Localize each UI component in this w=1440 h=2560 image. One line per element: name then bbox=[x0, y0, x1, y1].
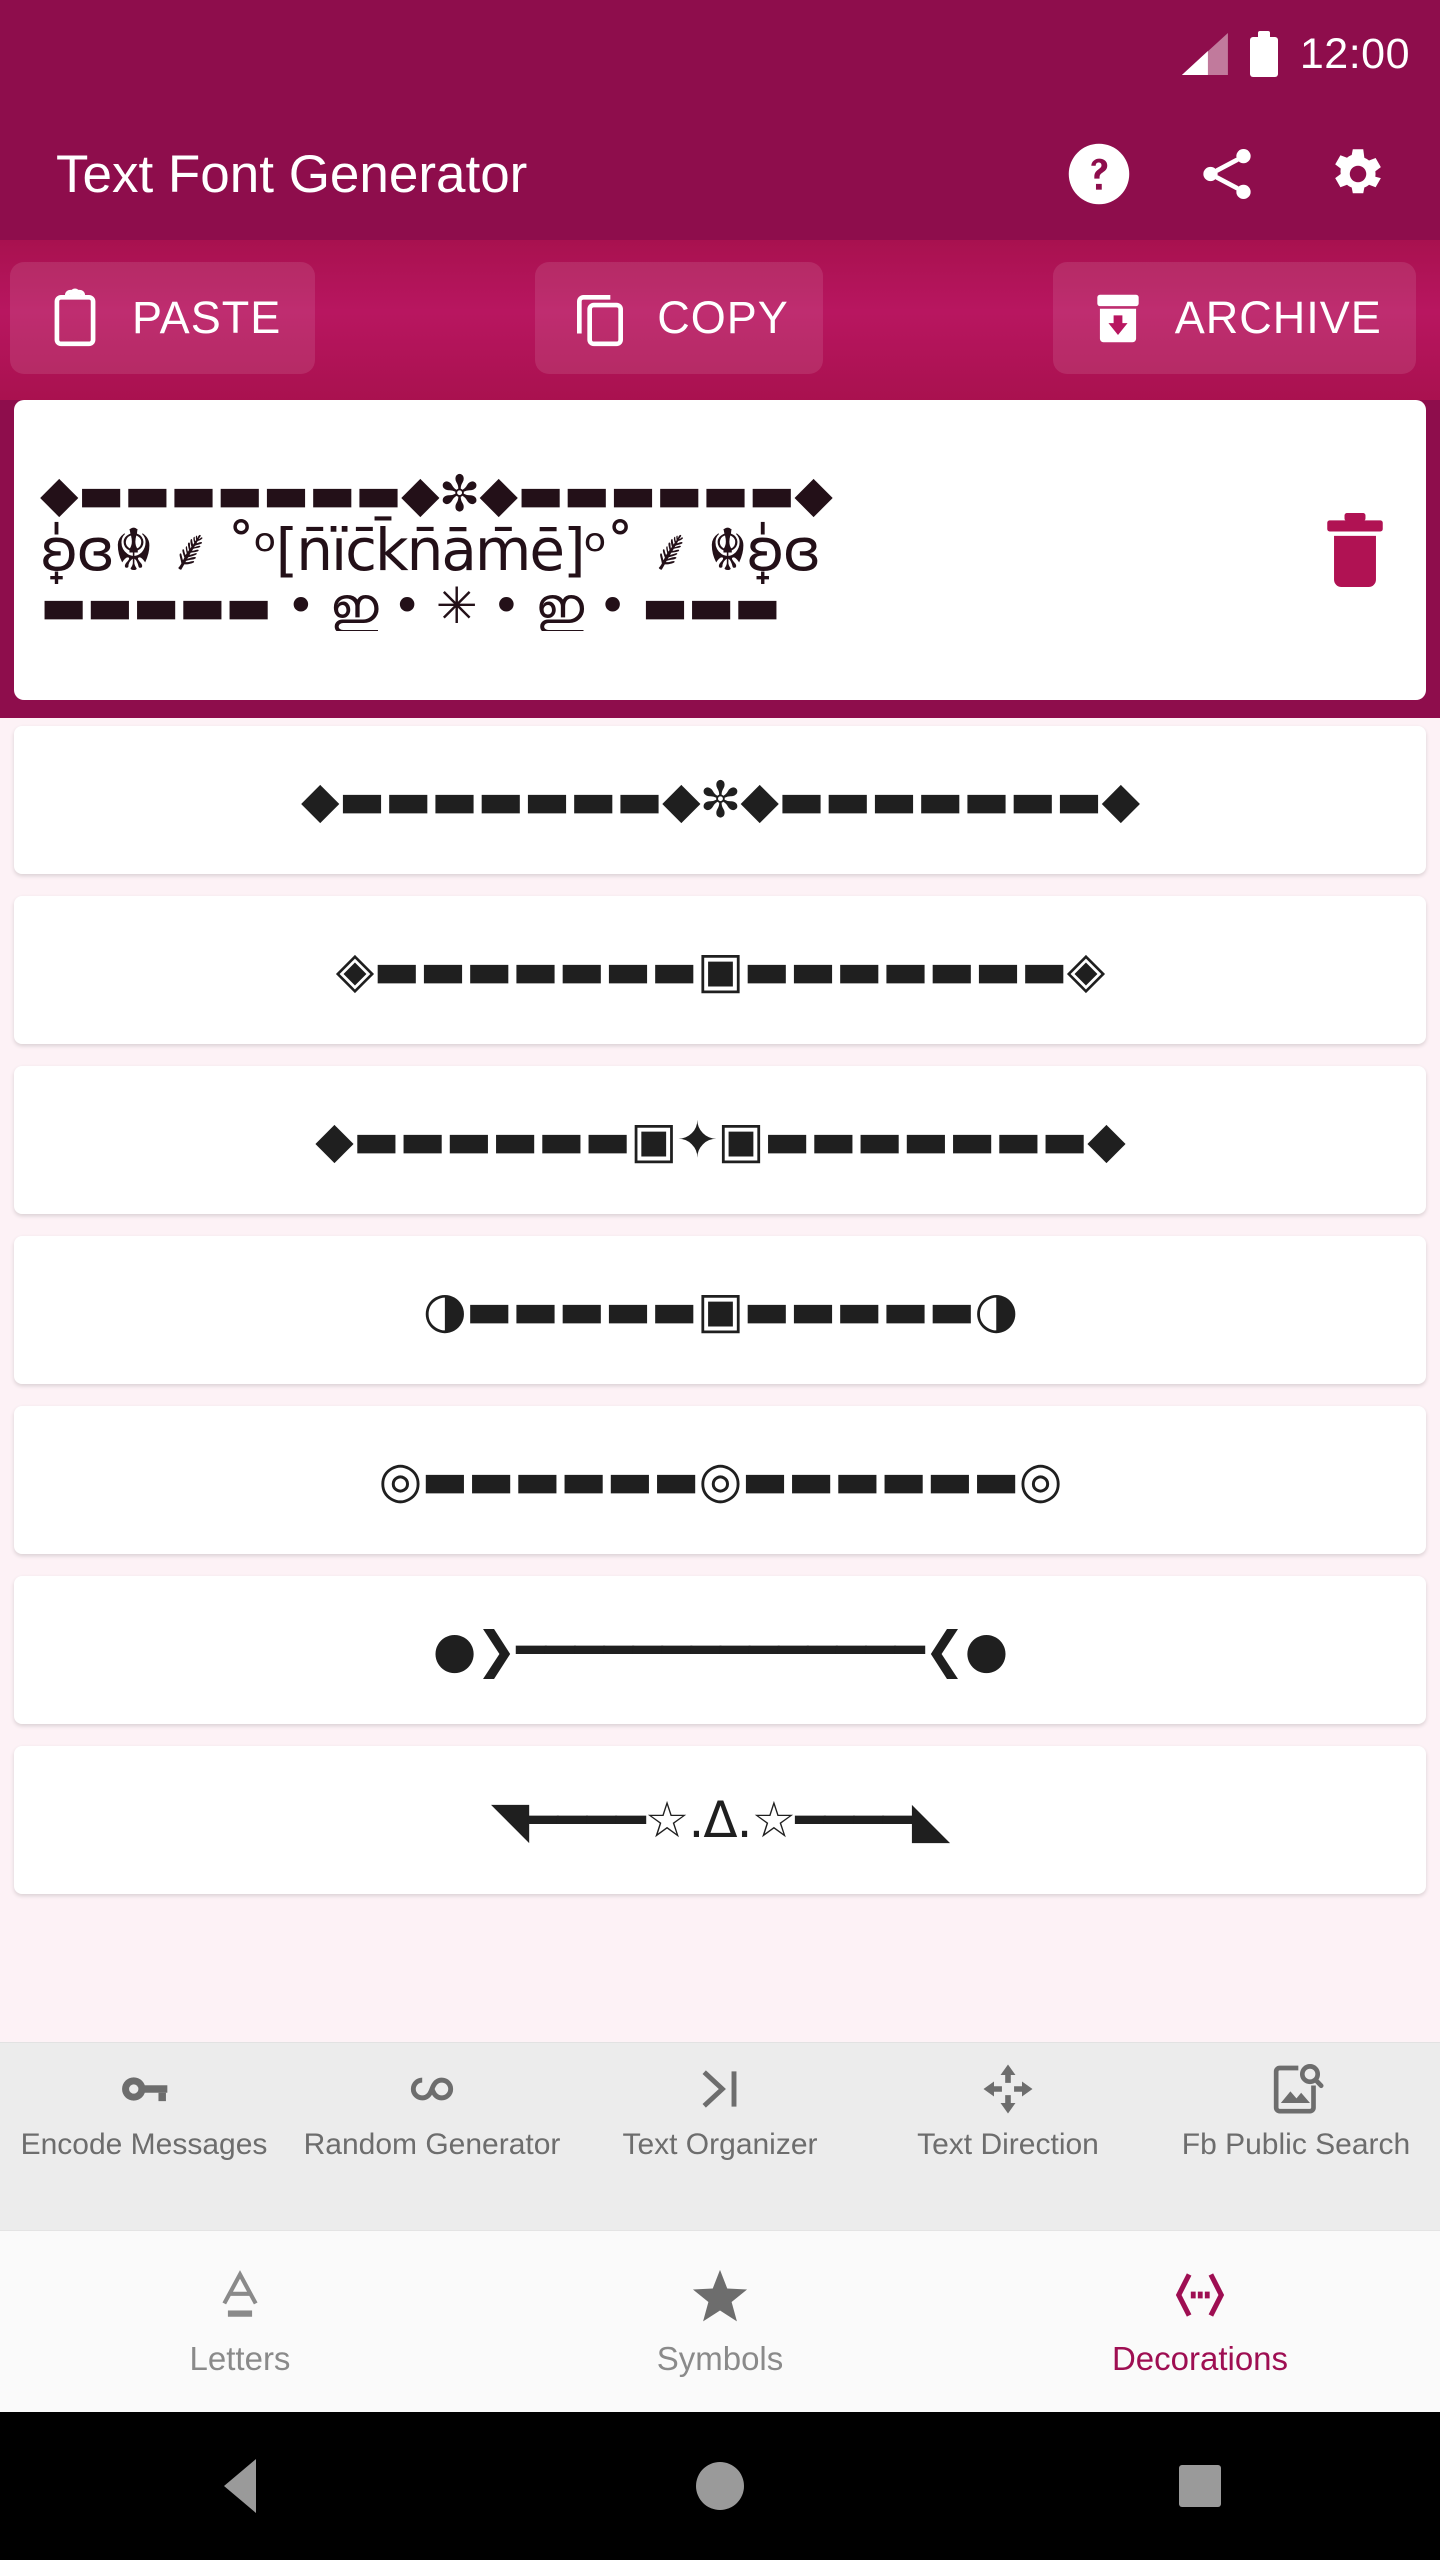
tab-label: Letters bbox=[189, 2339, 291, 2377]
home-circle-icon bbox=[696, 2462, 744, 2510]
decorations-icon bbox=[1171, 2266, 1229, 2324]
recents-square-icon bbox=[1179, 2465, 1221, 2507]
text-input-card[interactable]: ◆▬▬▬▬▬▬▬◆✼◆▬▬▬▬▬▬◆ ʚ̟̍ɞ☬ ⸙ ˚ᵒ[n̄ïc̄k̄n̄ā… bbox=[14, 400, 1426, 700]
app-bar-actions bbox=[1066, 141, 1410, 207]
copy-label: COPY bbox=[657, 292, 789, 343]
tab-decorations[interactable]: Decorations bbox=[960, 2266, 1440, 2378]
tool-text-organizer[interactable]: Text Organizer bbox=[576, 2043, 864, 2230]
trash-icon[interactable] bbox=[1318, 508, 1392, 592]
list-item[interactable]: ◑▬▬▬▬▬▣▬▬▬▬▬◑ bbox=[14, 1236, 1426, 1384]
status-bar: 12:00 bbox=[0, 0, 1440, 108]
share-icon[interactable] bbox=[1194, 141, 1260, 207]
list-item[interactable]: ◥━━━━☆.Δ.☆━━━━◣ bbox=[14, 1746, 1426, 1894]
decoration-text: ◆▬▬▬▬▬▬▣✦▣▬▬▬▬▬▬▬◆ bbox=[315, 1111, 1125, 1169]
star-icon bbox=[691, 2266, 749, 2324]
paste-button[interactable]: PASTE bbox=[10, 262, 316, 374]
text-organizer-icon bbox=[692, 2061, 748, 2117]
android-home-button[interactable] bbox=[480, 2462, 960, 2510]
tool-label: Random Generator bbox=[303, 2128, 561, 2161]
list-item[interactable]: ●❯━━━━━━━━━━━━━━❮● bbox=[14, 1576, 1426, 1724]
tool-label: Encode Messages bbox=[20, 2128, 268, 2161]
decorated-text-preview[interactable]: ◆▬▬▬▬▬▬▬◆✼◆▬▬▬▬▬▬◆ ʚ̟̍ɞ☬ ⸙ ˚ᵒ[n̄ïc̄k̄n̄ā… bbox=[40, 469, 1298, 631]
status-bar-clock: 12:00 bbox=[1299, 29, 1410, 78]
page-title: Text Font Generator bbox=[56, 144, 528, 204]
list-item[interactable]: ◈▬▬▬▬▬▬▬▣▬▬▬▬▬▬▬◈ bbox=[14, 896, 1426, 1044]
archive-button[interactable]: ARCHIVE bbox=[1052, 262, 1416, 374]
tab-label: Decorations bbox=[1111, 2339, 1289, 2377]
archive-icon bbox=[1087, 287, 1149, 349]
app-screen: 12:00 Text Font Generator PASTE COPY ARC… bbox=[0, 0, 1440, 2560]
battery-icon bbox=[1249, 31, 1278, 77]
decoration-text: ◎▬▬▬▬▬▬◎▬▬▬▬▬▬◎ bbox=[378, 1451, 1063, 1509]
copy-button[interactable]: COPY bbox=[535, 262, 823, 374]
decoration-text: ◈▬▬▬▬▬▬▬▣▬▬▬▬▬▬▬◈ bbox=[335, 941, 1106, 999]
paste-label: PASTE bbox=[132, 292, 282, 343]
clipboard-toolbar: PASTE COPY ARCHIVE bbox=[0, 240, 1440, 400]
back-triangle-icon bbox=[224, 2459, 256, 2513]
help-icon[interactable] bbox=[1066, 141, 1132, 207]
tool-label: Text Direction bbox=[917, 2128, 1099, 2161]
move-arrows-icon bbox=[980, 2061, 1036, 2117]
decoration-text: ◑▬▬▬▬▬▣▬▬▬▬▬◑ bbox=[423, 1281, 1018, 1339]
key-icon bbox=[116, 2061, 172, 2117]
tool-fb-public-search[interactable]: Fb Public Search bbox=[1152, 2043, 1440, 2230]
tool-encode-messages[interactable]: Encode Messages bbox=[0, 2043, 288, 2230]
input-zone: ◆▬▬▬▬▬▬▬◆✼◆▬▬▬▬▬▬◆ ʚ̟̍ɞ☬ ⸙ ˚ᵒ[n̄ïc̄k̄n̄ā… bbox=[0, 400, 1440, 718]
letter-a-icon bbox=[211, 2266, 269, 2324]
decorated-text-line-2: ʚ̟̍ɞ☬ ⸙ ˚ᵒ[n̄ïc̄k̄n̄ām̄ē]ᵒ˚ ⸙ ☬ʚ̟̍ɞ bbox=[40, 516, 821, 584]
decoration-text: ●❯━━━━━━━━━━━━━━❮● bbox=[432, 1621, 1008, 1679]
tab-label: Symbols bbox=[656, 2339, 784, 2377]
decoration-text: ◆▬▬▬▬▬▬▬◆✼◆▬▬▬▬▬▬▬◆ bbox=[300, 771, 1140, 829]
copy-icon bbox=[569, 287, 631, 349]
tools-strip: Encode Messages Random Generator Text Or… bbox=[0, 2042, 1440, 2230]
tool-label: Text Organizer bbox=[622, 2128, 818, 2161]
list-item[interactable]: ◎▬▬▬▬▬▬◎▬▬▬▬▬▬◎ bbox=[14, 1406, 1426, 1554]
android-back-button[interactable] bbox=[0, 2459, 480, 2513]
decorated-text-line-1: ◆▬▬▬▬▬▬▬◆✼◆▬▬▬▬▬▬◆ bbox=[40, 469, 833, 523]
decorated-text-line-3: ▬▬▬▬▬ • ഇ • ✳ • ഇ • ▬▬▬ bbox=[40, 577, 781, 631]
settings-gear-icon[interactable] bbox=[1322, 141, 1388, 207]
bottom-navigation: Letters Symbols Decorations bbox=[0, 2230, 1440, 2412]
list-item[interactable]: ◆▬▬▬▬▬▬▣✦▣▬▬▬▬▬▬▬◆ bbox=[14, 1066, 1426, 1214]
tab-letters[interactable]: Letters bbox=[0, 2266, 480, 2378]
decoration-text: ◥━━━━☆.Δ.☆━━━━◣ bbox=[490, 1791, 950, 1849]
app-bar: Text Font Generator bbox=[0, 108, 1440, 240]
tool-label: Fb Public Search bbox=[1181, 2128, 1411, 2161]
image-search-icon bbox=[1268, 2061, 1324, 2117]
decorations-list[interactable]: ◆▬▬▬▬▬▬▬◆✼◆▬▬▬▬▬▬▬◆ ◈▬▬▬▬▬▬▬▣▬▬▬▬▬▬▬◈ ◆▬… bbox=[0, 718, 1440, 2042]
infinity-icon bbox=[404, 2061, 460, 2117]
signal-icon bbox=[1181, 33, 1228, 75]
clipboard-icon bbox=[44, 287, 106, 349]
tool-text-direction[interactable]: Text Direction bbox=[864, 2043, 1152, 2230]
android-recents-button[interactable] bbox=[960, 2465, 1440, 2507]
android-navigation-bar bbox=[0, 2412, 1440, 2560]
tab-symbols[interactable]: Symbols bbox=[480, 2266, 960, 2378]
tool-random-generator[interactable]: Random Generator bbox=[288, 2043, 576, 2230]
list-item[interactable]: ◆▬▬▬▬▬▬▬◆✼◆▬▬▬▬▬▬▬◆ bbox=[14, 726, 1426, 874]
archive-label: ARCHIVE bbox=[1174, 292, 1382, 343]
